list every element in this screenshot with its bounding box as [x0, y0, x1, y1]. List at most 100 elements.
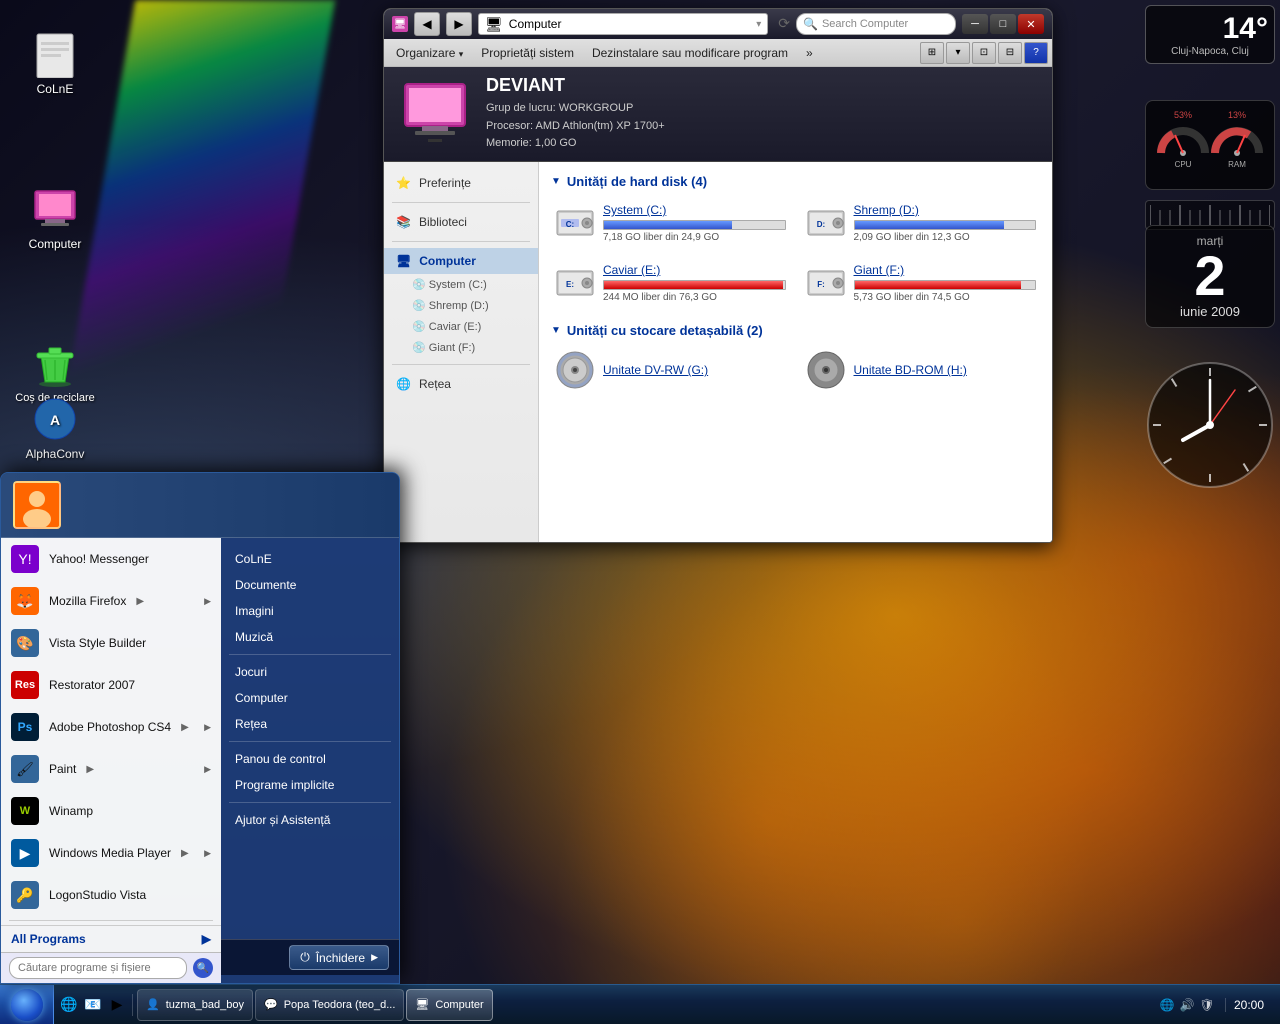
- minimize-button[interactable]: ─: [962, 14, 988, 34]
- drive-bar-e: [603, 280, 786, 290]
- tray-network[interactable]: 🌐: [1159, 997, 1175, 1013]
- sidebar-network[interactable]: 🌐 Rețea: [384, 371, 538, 397]
- hard-disks-header[interactable]: ▼ Unități de hard disk (4): [551, 174, 1040, 189]
- restorator-icon: Res: [11, 671, 39, 699]
- drive-caviar-e[interactable]: E: Caviar (E:) 244 MO liber din 76,3 GO: [551, 259, 790, 307]
- system-props-menu[interactable]: Proprietăți sistem: [473, 43, 582, 63]
- address-bar[interactable]: 🖥 Computer ▾: [478, 13, 768, 35]
- taskbar-tuzma[interactable]: 👤 tuzma_bad_boy: [137, 989, 253, 1021]
- view-btn-3[interactable]: ⊡: [972, 42, 996, 64]
- drive-dvdrw-g[interactable]: Unitate DV-RW (G:): [551, 348, 790, 392]
- sidebar-system-c[interactable]: 💿 System (C:): [384, 274, 538, 295]
- drive-giant-f[interactable]: F: Giant (F:) 5,73 GO liber din 74,5 GO: [802, 259, 1041, 307]
- all-programs-button[interactable]: All Programs ▶: [1, 925, 221, 952]
- star-icon: ⭐: [396, 176, 411, 190]
- alphaconv-icon: A: [31, 395, 79, 443]
- start-right-computer[interactable]: Computer: [221, 685, 399, 711]
- back-button[interactable]: ◀: [414, 12, 440, 36]
- start-button[interactable]: [0, 985, 54, 1024]
- drive-fill-e: [604, 281, 783, 289]
- start-right-jocuri[interactable]: Jocuri: [221, 659, 399, 685]
- drive-info-c: System (C:) 7,18 GO liber din 24,9 GO: [603, 203, 786, 243]
- start-right-programe[interactable]: Programe implicite: [221, 772, 399, 798]
- sidebar-caviar-e[interactable]: 💿 Caviar (E:): [384, 316, 538, 337]
- view-btn-2[interactable]: ▾: [946, 42, 970, 64]
- start-winamp[interactable]: W Winamp: [1, 790, 221, 832]
- yahoo-label: Yahoo! Messenger: [49, 552, 149, 566]
- mediaplayer-arrow: ▶: [181, 848, 189, 859]
- taskbar: 🌐 📧 ▶ 👤 tuzma_bad_boy 💬 Popa Teodora (te…: [0, 984, 1280, 1024]
- photoshop-label: Adobe Photoshop CS4: [49, 720, 171, 734]
- sidebar-giant-f[interactable]: 💿 Giant (F:): [384, 337, 538, 358]
- start-photoshop[interactable]: Ps Adobe Photoshop CS4 ▶: [1, 706, 221, 748]
- drive-shremp-d[interactable]: D: Shremp (D:) 2,09 GO liber din 12,3 GO: [802, 199, 1041, 247]
- uninstall-menu[interactable]: Dezinstalare sau modificare program: [584, 43, 796, 63]
- drive-free-d: 2,09 GO liber din 12,3 GO: [854, 232, 1037, 243]
- all-programs-label: All Programs: [11, 932, 86, 946]
- view-btn-4[interactable]: ⊟: [998, 42, 1022, 64]
- taskbar-computer[interactable]: 🖥 Computer: [406, 989, 492, 1021]
- start-paint[interactable]: 🖌 Paint ▶: [1, 748, 221, 790]
- refresh-button[interactable]: ⟳: [778, 15, 790, 33]
- start-separator: [9, 920, 213, 921]
- start-vistastyle[interactable]: 🎨 Vista Style Builder: [1, 622, 221, 664]
- sidebar-shremp-d[interactable]: 💿 Shremp (D:): [384, 295, 538, 316]
- sidebar-libraries[interactable]: 📚 Biblioteci: [384, 209, 538, 235]
- drive-free-e: 244 MO liber din 76,3 GO: [603, 292, 786, 303]
- drive-info-d: Shremp (D:) 2,09 GO liber din 12,3 GO: [854, 203, 1037, 243]
- removable-header[interactable]: ▼ Unități cu stocare detașabilă (2): [551, 323, 1040, 338]
- start-right-retea[interactable]: Rețea: [221, 711, 399, 737]
- computer-processor: Procesor: AMD Athlon(tm) XP 1700+: [486, 118, 665, 136]
- start-restorator[interactable]: Res Restorator 2007: [1, 664, 221, 706]
- paint-arrow: ▶: [86, 764, 94, 775]
- start-right-panou[interactable]: Panou de control: [221, 746, 399, 772]
- help-btn[interactable]: ?: [1024, 42, 1048, 64]
- computer-info: DEVIANT Grup de lucru: WORKGROUP Proceso…: [486, 75, 665, 153]
- tray-security[interactable]: 🛡: [1199, 997, 1215, 1013]
- start-right-colne[interactable]: CoLnE: [221, 546, 399, 572]
- start-mediaplayer[interactable]: ▶ Windows Media Player ▶: [1, 832, 221, 874]
- search-bar[interactable]: 🔍 Search Computer: [796, 13, 956, 35]
- start-firefox[interactable]: 🦊 Mozilla Firefox ▶: [1, 580, 221, 622]
- view-btn-1[interactable]: ⊞: [920, 42, 944, 64]
- start-logonstudio[interactable]: 🔑 LogonStudio Vista: [1, 874, 221, 916]
- sidebar-computer[interactable]: 🖥 Computer: [384, 248, 538, 274]
- expand-icon-hdd: ▼: [551, 176, 561, 187]
- drive-icon-d: D:: [806, 205, 846, 241]
- drive-bar-d: [854, 220, 1037, 230]
- computer-large-icon: [400, 79, 470, 149]
- drive-bdrom-h[interactable]: Unitate BD-ROM (H:): [802, 348, 1041, 392]
- svg-text:RAM: RAM: [1228, 160, 1246, 169]
- start-right-documente[interactable]: Documente: [221, 572, 399, 598]
- quick-ie[interactable]: 🌐: [58, 994, 80, 1016]
- start-right-imagini[interactable]: Imagini: [221, 598, 399, 624]
- maximize-button[interactable]: □: [990, 14, 1016, 34]
- close-button[interactable]: ✕: [1018, 14, 1044, 34]
- quick-mail[interactable]: 📧: [82, 994, 104, 1016]
- taskbar-items: 👤 tuzma_bad_boy 💬 Popa Teodora (teo_d...…: [133, 989, 1147, 1021]
- shutdown-button[interactable]: ⏻ Închidere ▶: [289, 945, 389, 970]
- start-right-muzica[interactable]: Muzică: [221, 624, 399, 650]
- drive-icon-e: E:: [555, 265, 595, 301]
- bdrom-label: Unitate BD-ROM (H:): [854, 363, 967, 377]
- desktop-icon-alphaconv[interactable]: A AlphaConv: [15, 395, 95, 461]
- start-yahoo[interactable]: Y! Yahoo! Messenger: [1, 538, 221, 580]
- forward-button[interactable]: ▶: [446, 12, 472, 36]
- search-go-button[interactable]: 🔍: [193, 958, 213, 978]
- photoshop-item-inner: Ps Adobe Photoshop CS4: [11, 713, 171, 741]
- search-input[interactable]: [9, 957, 187, 979]
- desktop-icon-colne[interactable]: CoLnE: [15, 30, 95, 96]
- drive-fill-d: [855, 221, 1005, 229]
- taskbar-popa[interactable]: 💬 Popa Teodora (teo_d...: [255, 989, 404, 1021]
- computer-name: DEVIANT: [486, 75, 665, 96]
- organize-menu[interactable]: Organizare ▾: [388, 43, 471, 63]
- taskbar-clock[interactable]: 20:00: [1225, 998, 1272, 1012]
- quick-media[interactable]: ▶: [106, 994, 128, 1016]
- drive-system-c[interactable]: C: System (C:) 7,18 GO liber din 24,9 GO: [551, 199, 790, 247]
- more-menu[interactable]: »: [798, 43, 821, 63]
- all-programs-arrow: ▶: [202, 932, 211, 946]
- start-right-ajutor[interactable]: Ajutor și Asistență: [221, 807, 399, 833]
- tray-volume[interactable]: 🔊: [1179, 997, 1195, 1013]
- desktop-icon-computer[interactable]: Computer: [15, 185, 95, 251]
- sidebar-favorites[interactable]: ⭐ Preferințe: [384, 170, 538, 196]
